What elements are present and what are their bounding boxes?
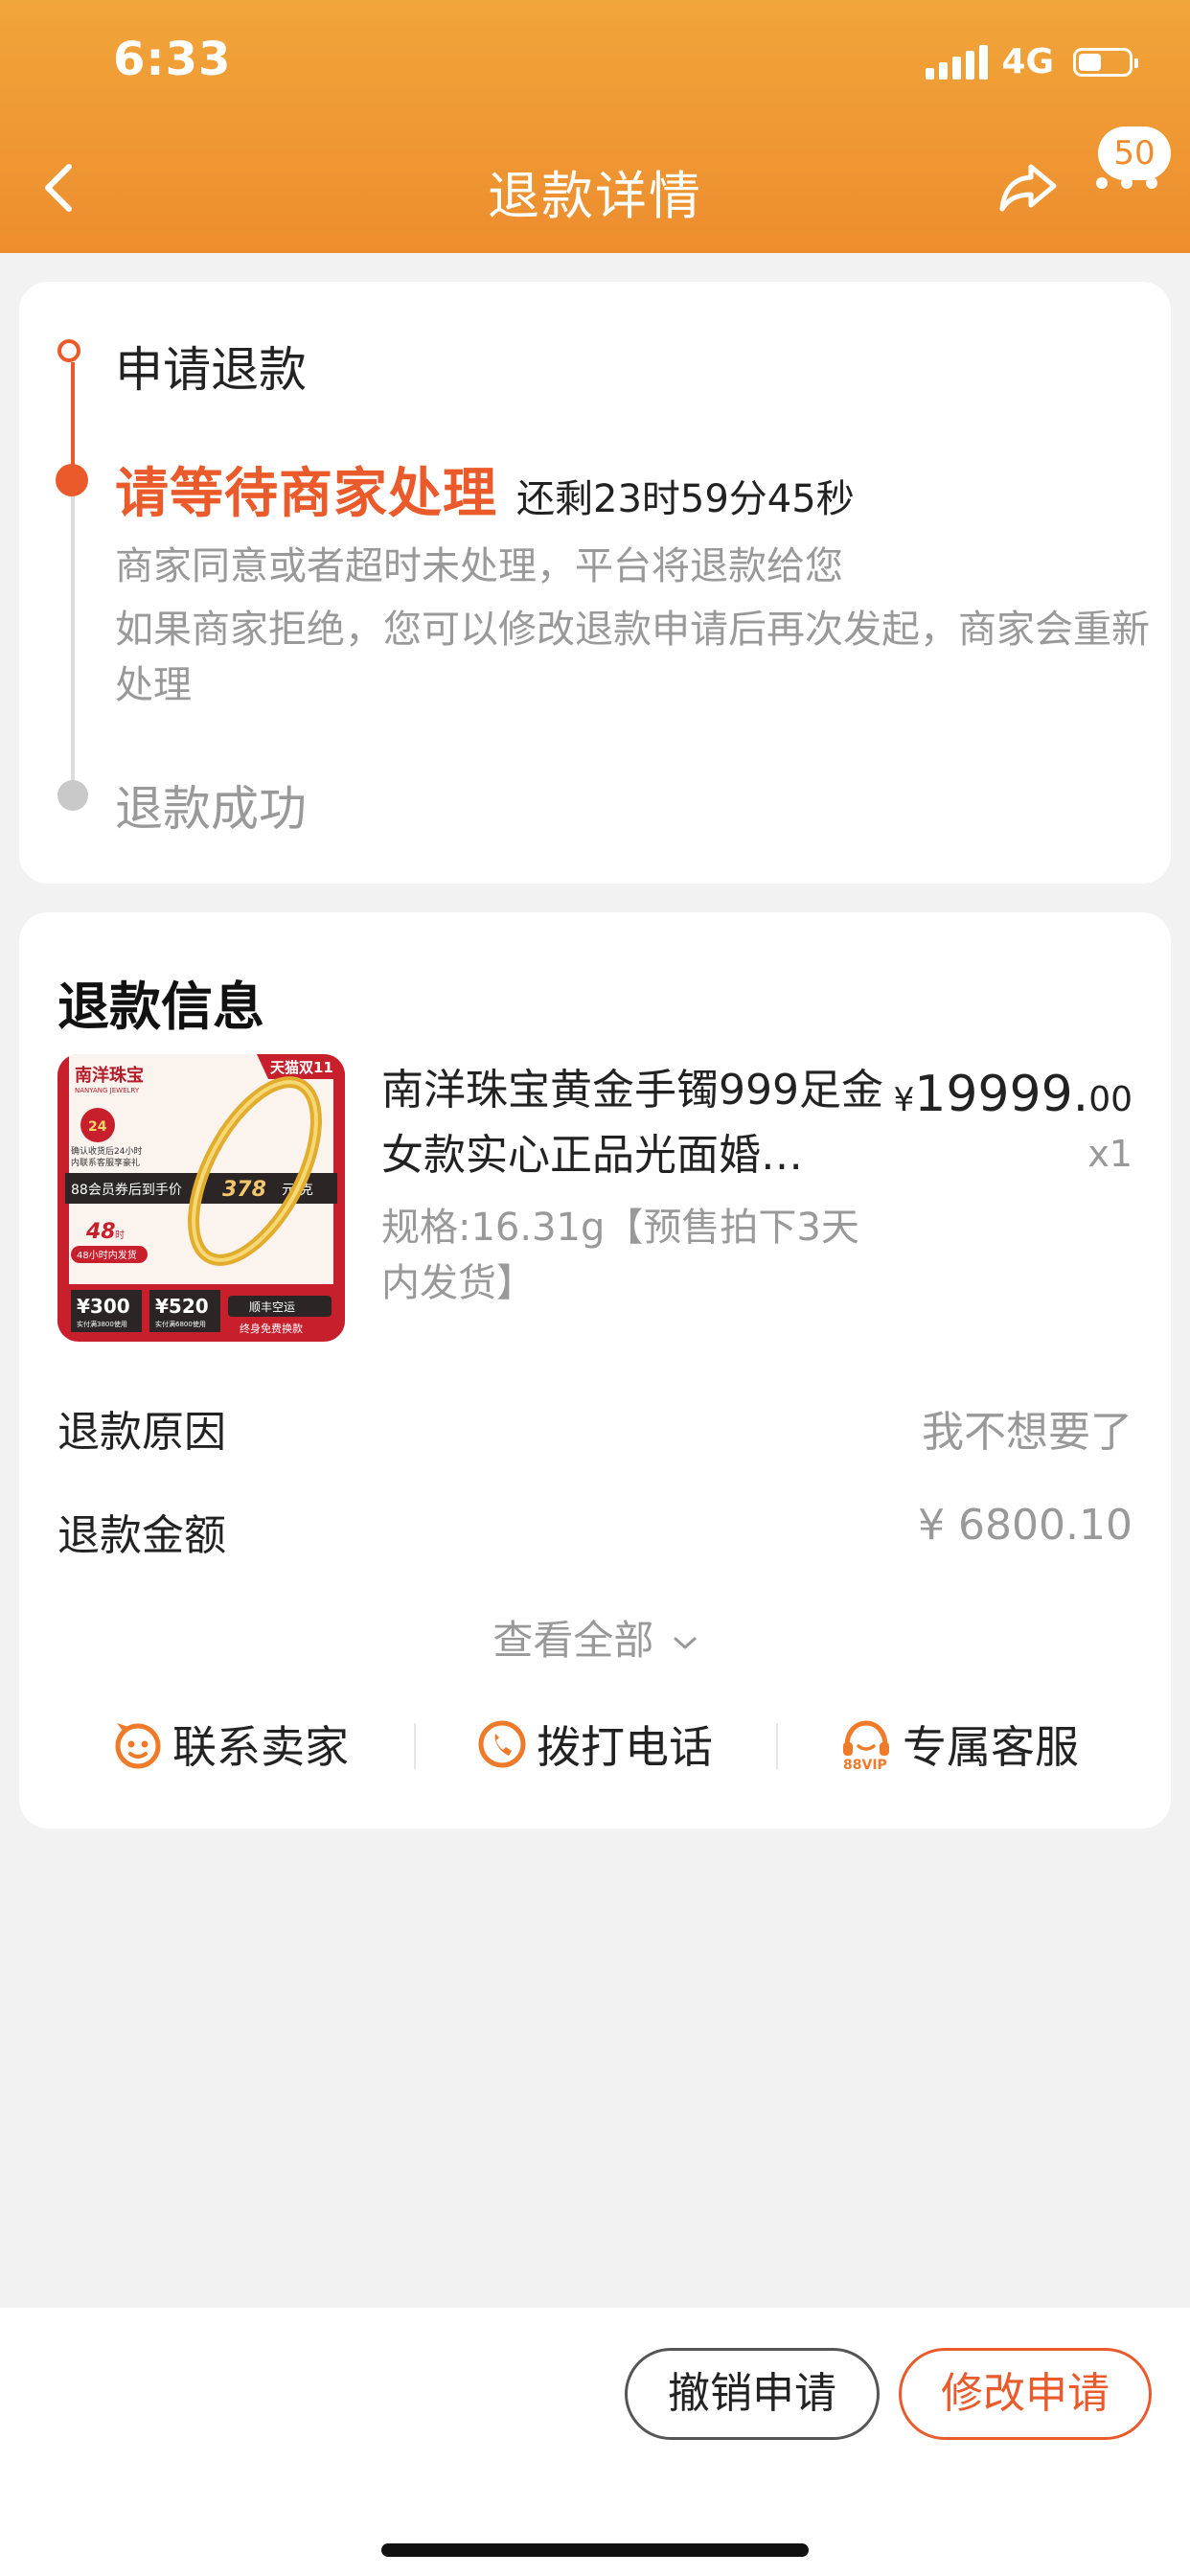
countdown-timer: 还剩23时59分45秒 xyxy=(516,477,855,521)
phone-icon xyxy=(478,1720,526,1768)
svg-text:NANYANG JEWELRY: NANYANG JEWELRY xyxy=(75,1087,140,1094)
refund-reason-value: 我不想要了 xyxy=(922,1408,1133,1457)
status-time: 6:33 xyxy=(113,33,232,86)
svg-text:¥520: ¥520 xyxy=(155,1295,209,1318)
product-name[interactable]: 南洋珠宝黄金手镯999足金女款实心正品光面婚… xyxy=(381,1058,899,1188)
timeline-dot-done xyxy=(57,339,80,362)
divider xyxy=(776,1723,778,1769)
call-phone-button[interactable]: 拨打电话 xyxy=(477,1708,713,1781)
refund-amount-value: ¥ 6800.10 xyxy=(918,1501,1133,1550)
timeline-line-pending xyxy=(71,496,75,784)
refund-reason-label: 退款原因 xyxy=(57,1408,226,1457)
svg-text:天猫双11: 天猫双11 xyxy=(270,1059,333,1076)
contact-actions: 联系卖家 拨打电话 88VIP 专属客服 xyxy=(19,1708,1171,1781)
chevron-down-icon xyxy=(674,1637,697,1648)
share-icon[interactable] xyxy=(995,159,1062,217)
product-spec: 规格:16.31g【预售拍下3天内发货】 xyxy=(381,1206,859,1305)
svg-text:顺丰空运: 顺丰空运 xyxy=(249,1300,295,1314)
network-label: 4G xyxy=(1001,42,1054,81)
section-title: 退款信息 xyxy=(57,977,264,1037)
svg-text:24: 24 xyxy=(88,1119,107,1135)
price-decimal: 00 xyxy=(1088,1080,1133,1119)
cancel-request-button[interactable]: 撤销申请 xyxy=(625,2348,880,2440)
signal-icon xyxy=(926,44,989,80)
product-price: ¥19999.00 xyxy=(894,1066,1133,1123)
step-waiting-merchant: 请等待商家处理 还剩23时59分45秒 xyxy=(115,450,855,528)
svg-text:终身免费换款: 终身免费换款 xyxy=(240,1322,303,1335)
view-all-button[interactable]: 查看全部 xyxy=(19,1608,1171,1667)
svg-text:48小时内发货: 48小时内发货 xyxy=(77,1249,137,1261)
svg-text:¥300: ¥300 xyxy=(77,1295,130,1318)
step-apply-refund: 申请退款 xyxy=(115,342,307,398)
svg-text:确认收货后24小时: 确认收货后24小时 xyxy=(71,1145,142,1157)
brand-logo-text: 南洋珠宝 xyxy=(75,1065,144,1086)
refund-amount-label: 退款金额 xyxy=(57,1511,226,1560)
call-phone-label: 拨打电话 xyxy=(537,1721,713,1773)
timeline-dot-current xyxy=(56,464,88,496)
timeline-line-done xyxy=(71,362,75,468)
timeline-dot-pending xyxy=(57,780,88,811)
header: 6:33 4G 退款详情 50 xyxy=(0,0,1190,253)
view-all-label: 查看全部 xyxy=(492,1617,654,1664)
contact-seller-label: 联系卖家 xyxy=(172,1721,349,1773)
svg-text:实付满3800使用: 实付满3800使用 xyxy=(77,1320,127,1328)
product-quantity: x1 xyxy=(1087,1133,1133,1175)
step-current-title: 请等待商家处理 xyxy=(115,463,497,525)
vip-headset-icon: 88VIP xyxy=(843,1720,889,1771)
refund-info-card: 退款信息 南洋珠宝 NANYANG JEWELRY 天猫双11 24 确认收货后… xyxy=(19,912,1171,1828)
price-integer: 19999. xyxy=(914,1066,1089,1123)
bottom-action-bar: 撤销申请 修改申请 xyxy=(0,2308,1190,2576)
contact-seller-button[interactable]: 联系卖家 xyxy=(113,1708,349,1781)
message-count-badge[interactable]: 50 xyxy=(1098,126,1171,180)
home-indicator[interactable] xyxy=(381,2543,809,2557)
price-symbol: ¥ xyxy=(893,1081,915,1119)
modify-request-button[interactable]: 修改申请 xyxy=(899,2348,1152,2440)
svg-text:88会员券后到手价: 88会员券后到手价 xyxy=(71,1183,182,1198)
step-refund-success: 退款成功 xyxy=(115,781,307,837)
svg-text:378: 378 xyxy=(222,1178,266,1202)
svg-text:48: 48 xyxy=(85,1220,116,1244)
seller-chat-icon xyxy=(115,1723,161,1769)
svg-text:实付满6800使用: 实付满6800使用 xyxy=(155,1320,206,1328)
refund-progress-card: 申请退款 请等待商家处理 还剩23时59分45秒 商家同意或者超时未处理，平台将… xyxy=(19,282,1171,884)
status-indicators: 4G xyxy=(926,42,1138,81)
step-desc-approve: 商家同意或者超时未处理，平台将退款给您 xyxy=(115,544,843,588)
battery-icon xyxy=(1073,47,1138,77)
product-image[interactable]: 南洋珠宝 NANYANG JEWELRY 天猫双11 24 确认收货后24小时 … xyxy=(57,1054,345,1342)
svg-text:时: 时 xyxy=(115,1230,125,1241)
divider xyxy=(414,1723,416,1769)
step-desc-reject: 如果商家拒绝，您可以修改退款申请后再次发起，商家会重新处理 xyxy=(115,608,1150,707)
vip-service-button[interactable]: 88VIP 专属客服 xyxy=(839,1708,1079,1781)
vip-service-label: 专属客服 xyxy=(903,1721,1079,1773)
svg-text:88VIP: 88VIP xyxy=(843,1758,887,1771)
svg-text:内联系客服享豪礼: 内联系客服享豪礼 xyxy=(71,1157,140,1168)
refund-detail-page: 6:33 4G 退款详情 50 申请退款 请等待商家处理 还剩23时59分45秒… xyxy=(0,0,1190,2576)
